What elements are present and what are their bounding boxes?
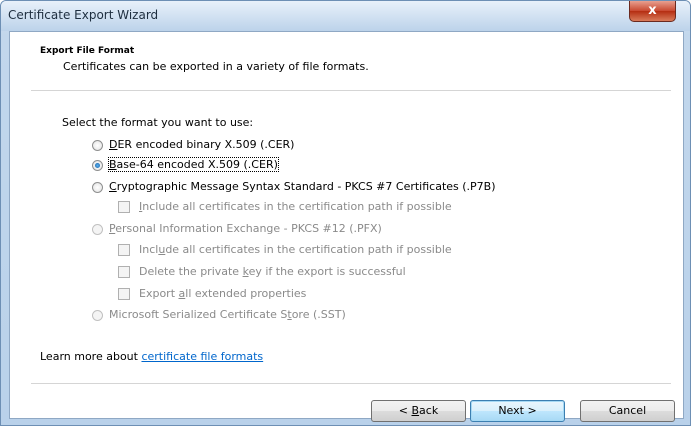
pfx-export-properties-checkbox[interactable] xyxy=(118,288,130,300)
window-title: Certificate Export Wizard xyxy=(8,8,159,22)
pfx-include-checkbox[interactable] xyxy=(118,244,130,256)
footer-divider xyxy=(31,383,671,384)
next-button[interactable]: Next > xyxy=(470,400,565,422)
wizard-client-area: Export File Format Certificates can be e… xyxy=(9,31,684,422)
pkcs7-radio[interactable] xyxy=(92,182,103,193)
der-label[interactable]: DER encoded binary X.509 (.CER) xyxy=(109,138,294,151)
page-subtitle: Certificates can be exported in a variet… xyxy=(63,60,369,73)
format-prompt: Select the format you want to use: xyxy=(62,116,254,129)
back-button[interactable]: < Back xyxy=(371,400,466,422)
pfx-export-properties-label: Export all extended properties xyxy=(139,287,307,300)
pfx-radio[interactable] xyxy=(92,224,103,235)
page-title: Export File Format xyxy=(40,46,135,56)
sst-radio[interactable] xyxy=(92,310,103,321)
pfx-include-label: Include all certificates in the certific… xyxy=(139,243,452,256)
title-bar[interactable]: Certificate Export Wizard x xyxy=(1,1,690,31)
pfx-delete-key-label: Delete the private key if the export is … xyxy=(139,265,406,278)
der-radio[interactable] xyxy=(92,140,103,151)
wizard-window: Certificate Export Wizard x Export File … xyxy=(0,0,691,426)
close-icon: x xyxy=(648,3,657,18)
learn-more-text: Learn more about certificate file format… xyxy=(40,350,263,363)
cancel-button[interactable]: Cancel xyxy=(580,400,675,422)
header-divider xyxy=(31,90,671,91)
close-button[interactable]: x xyxy=(629,1,676,22)
pkcs7-include-checkbox[interactable] xyxy=(118,201,130,213)
pkcs7-label[interactable]: Cryptographic Message Syntax Standard - … xyxy=(109,180,496,193)
pfx-label: Personal Information Exchange - PKCS #12… xyxy=(109,222,382,235)
wizard-header: Export File Format Certificates can be e… xyxy=(10,32,683,87)
pfx-delete-key-checkbox[interactable] xyxy=(118,266,130,278)
base64-label[interactable]: Base-64 encoded X.509 (.CER) xyxy=(108,157,279,172)
file-formats-link[interactable]: certificate file formats xyxy=(141,350,263,363)
sst-label: Microsoft Serialized Certificate Store (… xyxy=(109,308,346,321)
learn-more-prefix: Learn more about xyxy=(40,350,142,363)
base64-radio[interactable] xyxy=(92,160,103,171)
pkcs7-include-label: Include all certificates in the certific… xyxy=(139,200,452,213)
